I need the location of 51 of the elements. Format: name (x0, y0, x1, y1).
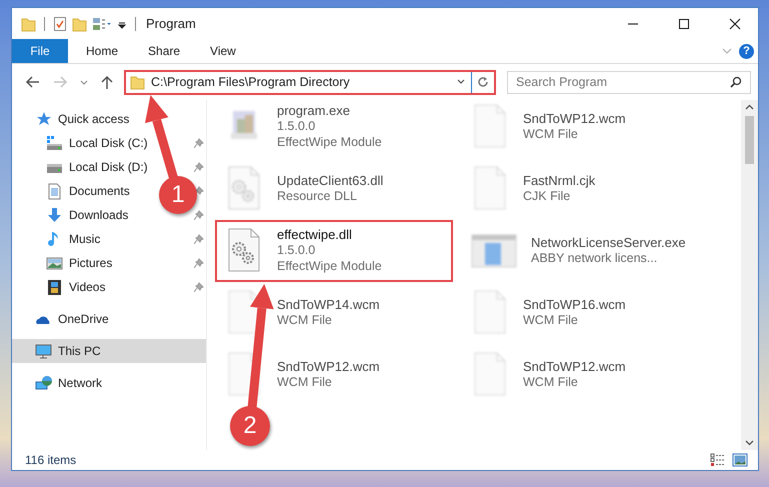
file-name[interactable]: SndToWP16.wcm (523, 296, 626, 312)
file-name[interactable]: NetworkLicenseServer.exe (531, 234, 686, 250)
file-detail: WCM File (523, 374, 579, 390)
file-item[interactable]: NetworkLicenseServer.exe ABBY network licens... (463, 220, 699, 280)
file-name[interactable]: UpdateClient63.dll (277, 172, 384, 188)
item-count: 116 items (25, 453, 76, 467)
file-detail: 1.5.0.0 (277, 242, 316, 258)
file-detail: EffectWipe Module (277, 134, 382, 150)
file-detail: WCM File (277, 374, 333, 390)
file-detail: ABBY network licens... (531, 250, 658, 266)
window-title: Program (146, 16, 196, 31)
sidebar-item[interactable]: Documents (46, 182, 130, 200)
sidebar-item[interactable]: Music (46, 230, 100, 248)
sidebar-item[interactable]: Quick access (35, 110, 130, 128)
file-item[interactable]: SndToWP14.wcm WCM File (217, 282, 453, 342)
ribbon-tab[interactable]: Home (71, 39, 134, 63)
file-detail: WCM File (523, 126, 579, 142)
file-detail: CJK File (523, 188, 572, 204)
file-detail: Resource DLL (277, 188, 358, 204)
file-detail: EffectWipe Module (277, 258, 382, 274)
sidebar-item[interactable]: Local Disk (C:) (46, 134, 148, 152)
ribbon-tab[interactable]: Share (133, 39, 196, 63)
file-name[interactable]: program.exe (277, 102, 382, 118)
file-name[interactable]: SndToWP12.wcm (523, 110, 626, 126)
sidebar-item[interactable]: Local Disk (D:) (46, 158, 148, 176)
sidebar-item[interactable]: Downloads (46, 206, 128, 224)
file-detail: 1.5.0.0 (277, 118, 316, 134)
file-menu-button[interactable]: File (12, 39, 68, 63)
file-detail: WCM File (523, 312, 579, 328)
sidebar-item[interactable]: Network (35, 374, 102, 392)
sidebar-item[interactable]: Videos (46, 278, 106, 296)
sidebar-item[interactable]: OneDrive (35, 310, 109, 328)
search-field[interactable]: Search Program (507, 70, 751, 94)
file-item[interactable]: SndToWP16.wcm WCM File (463, 282, 699, 342)
file-name[interactable]: SndToWP12.wcm (523, 358, 626, 374)
sidebar-item[interactable]: Pictures (46, 254, 112, 272)
file-item[interactable]: effectwipe.dll 1.5.0.0 EffectWipe Module (217, 220, 453, 280)
file-name[interactable]: effectwipe.dll (277, 226, 382, 242)
ribbon-tab[interactable]: View (195, 39, 251, 63)
file-item[interactable]: FastNrml.cjk CJK File (463, 158, 699, 218)
file-name[interactable]: SndToWP12.wcm (277, 358, 380, 374)
file-name[interactable]: SndToWP14.wcm (277, 296, 380, 312)
file-item[interactable]: UpdateClient63.dll Resource DLL (217, 158, 453, 218)
file-item[interactable]: program.exe 1.5.0.0 EffectWipe Module (217, 100, 453, 156)
address-field[interactable]: C:\Program Files\Program Directory (126, 72, 472, 92)
file-detail: WCM File (277, 312, 333, 328)
file-name[interactable]: FastNrml.cjk (523, 172, 596, 188)
file-item[interactable]: SndToWP12.wcm WCM File (463, 100, 699, 156)
file-item[interactable]: SndToWP12.wcm WCM File (217, 344, 453, 404)
file-item[interactable]: SndToWP12.wcm WCM File (463, 344, 699, 404)
help-button[interactable]: ? (739, 44, 754, 58)
